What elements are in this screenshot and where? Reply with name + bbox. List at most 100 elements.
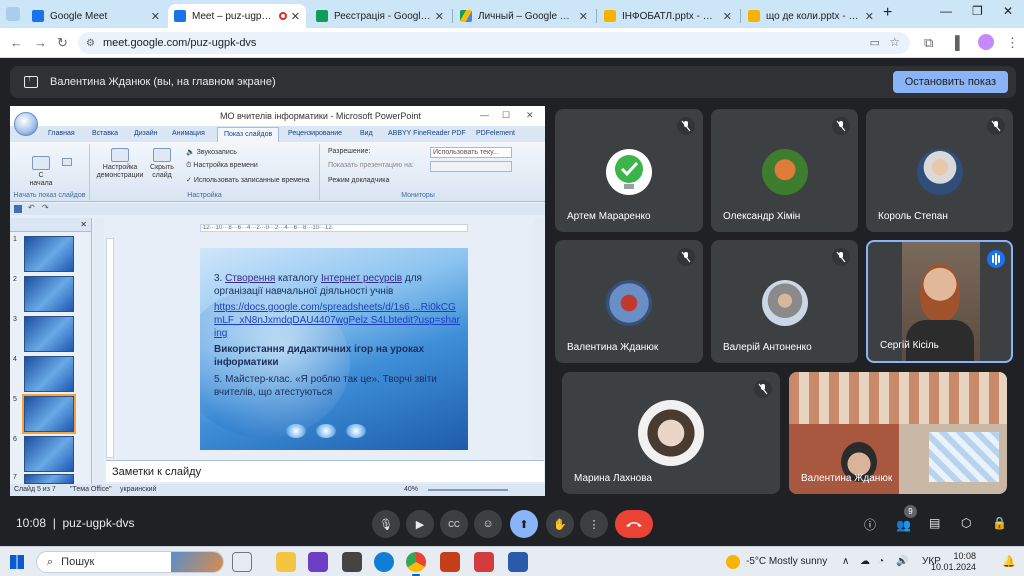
captions-button[interactable]: CC <box>440 510 468 538</box>
wifi-icon[interactable]: ◔ <box>878 556 884 567</box>
viber-icon[interactable] <box>308 552 328 572</box>
stop-presenting-button[interactable]: Остановить показ <box>892 71 1008 93</box>
new-tab-button[interactable]: + <box>883 4 892 22</box>
slides-pane-tabs: ✕ <box>10 218 91 232</box>
leave-call-button[interactable] <box>615 510 653 538</box>
ppt-window-title: МО вчителів інформатики - Microsoft Powe… <box>220 111 421 121</box>
weather-text[interactable]: -5°C Mostly sunny <box>746 556 827 567</box>
close-icon[interactable]: ✕ <box>151 10 160 23</box>
taskbar-clock[interactable]: 10:08 10.01.2024 <box>931 551 976 573</box>
tab-google-meet[interactable]: Google Meet ✕ <box>26 4 166 28</box>
edge-icon[interactable] <box>374 552 394 572</box>
ppt-tab: Рецензирование <box>288 130 343 137</box>
extensions-icon[interactable]: ⧉ <box>924 35 933 51</box>
avatar-photo <box>762 280 808 326</box>
current-slide: 3. Створення каталогу Інтернет ресурсів … <box>200 248 468 450</box>
close-window-icon[interactable]: ✕ <box>1003 4 1013 18</box>
tab-sheets[interactable]: Реєстрація - Google Табл ✕ <box>310 4 450 28</box>
menu-icon[interactable]: ⋮ <box>1006 35 1019 51</box>
site-info-icon[interactable]: ⚙ <box>86 38 95 49</box>
activities-icon[interactable]: ⬡ <box>961 516 971 530</box>
app-icon[interactable] <box>342 552 362 572</box>
participant-name: Сергій Кісіль <box>880 340 939 351</box>
minimize-icon[interactable]: — <box>940 4 952 18</box>
participant-tile[interactable]: Валерій Антоненко <box>711 240 858 363</box>
office-button-icon <box>14 112 38 136</box>
address-bar[interactable]: ⚙ meet.google.com/puz-ugpk-dvs ▭ ☆ <box>78 32 910 54</box>
more-options-button[interactable]: ⋮ <box>580 510 608 538</box>
hand-icon: ✋ <box>553 518 567 531</box>
tab-drive[interactable]: Личный – Google Диск ✕ <box>454 4 594 28</box>
slide-item-3: 3. Створення каталогу Інтернет ресурсів … <box>214 273 422 297</box>
avatar-checkmark-icon <box>606 149 652 195</box>
tab-slides-shcho[interactable]: що де коли.pptx - Google ✕ <box>742 4 880 28</box>
decor-bubble <box>316 424 336 438</box>
volume-icon[interactable]: 🔊 <box>896 556 908 567</box>
task-view-icon[interactable] <box>232 552 252 572</box>
tab-search-icon[interactable] <box>6 7 20 21</box>
powerpoint-icon[interactable] <box>440 552 460 572</box>
participant-tile[interactable]: Марина Лахнова <box>562 372 780 494</box>
star-icon[interactable]: ☆ <box>889 35 900 49</box>
slide-number: 4 <box>13 356 17 363</box>
slide-item-5: 5. Майстер-клас. «Я роблю так це». Творч… <box>214 374 437 398</box>
raise-hand-button[interactable]: ✋ <box>546 510 574 538</box>
participant-tile[interactable]: Олександр Хімін <box>711 109 858 232</box>
windows-start-icon[interactable] <box>10 555 24 569</box>
tray-icon[interactable]: ☁ <box>860 556 870 567</box>
close-icon[interactable]: ✕ <box>723 10 732 23</box>
back-icon[interactable]: ← <box>10 35 23 50</box>
participant-tile[interactable]: Артем Мараренко <box>555 109 703 232</box>
tray-chevron-icon[interactable]: ∧ <box>842 556 849 567</box>
emoji-button[interactable]: ☺ <box>474 510 502 538</box>
ppt-tab: Вид <box>360 130 373 137</box>
people-icon[interactable]: 👥 <box>896 518 911 532</box>
participant-tile[interactable]: Король Степан <box>866 109 1013 232</box>
drive-icon <box>460 10 472 22</box>
file-explorer-icon[interactable] <box>276 552 296 572</box>
microphone-button[interactable]: 🎙 <box>372 510 400 538</box>
chrome-icon[interactable] <box>406 552 426 576</box>
slide-number: 2 <box>13 276 17 283</box>
participant-tile-speaking[interactable]: Сергій Кісіль <box>866 240 1013 363</box>
presenter-view-option: Режим докладчика <box>328 177 390 184</box>
reload-icon[interactable]: ↻ <box>57 35 68 51</box>
forward-icon[interactable]: → <box>34 35 47 50</box>
close-icon[interactable]: ✕ <box>579 10 588 23</box>
weather-icon <box>726 555 740 569</box>
close-icon[interactable]: ✕ <box>865 10 874 23</box>
speaking-indicator-icon <box>987 250 1005 268</box>
profile-avatar[interactable] <box>978 34 994 50</box>
zoom-level: 40% <box>404 486 419 493</box>
ppt-tab: PDFelement <box>476 130 515 137</box>
present-button[interactable]: ⬆ <box>510 510 538 538</box>
slides-thumbnail-pane: ✕ 1 2 3 4 5 6 7 <box>10 218 92 484</box>
info-icon[interactable]: ⓘ <box>864 516 876 533</box>
camera-icon[interactable]: ▭ <box>870 36 880 49</box>
side-panel-icon[interactable]: ▌ <box>955 35 964 50</box>
windows-taskbar: ⌕ Пошук -5°C Mostly sunny ∧ ☁ ◔ 🔊 УКР 10… <box>0 546 1024 576</box>
close-icon[interactable]: ✕ <box>435 10 444 23</box>
participant-tile-self[interactable]: Валентина Жданюк <box>789 372 1007 494</box>
notifications-icon[interactable]: 🔔 <box>1002 555 1016 568</box>
maximize-icon[interactable]: ❐ <box>972 4 983 18</box>
chat-icon[interactable]: ▤ <box>929 516 940 530</box>
ribbon-group-monitors: Разрешение: Использовать теку... Показат… <box>320 144 516 200</box>
camera-button[interactable]: ▶ <box>406 510 434 538</box>
decor-bubble <box>286 424 306 438</box>
participant-tile[interactable]: Валентина Жданюк <box>555 240 703 363</box>
slide-thumbnail <box>24 276 74 312</box>
word-icon[interactable] <box>508 552 528 572</box>
host-controls-icon[interactable]: 🔒 <box>992 516 1007 530</box>
tab-slides-infobatl[interactable]: ІНФОБАТЛ.pptx - Google ✕ <box>598 4 738 28</box>
slide-counter: Слайд 5 из 7 <box>14 486 56 493</box>
tab-meet-active[interactable]: Meet – puz-ugpk-dvs ✕ <box>168 4 306 28</box>
ppt-tab: Главная <box>48 130 75 137</box>
slide-thumbnail <box>24 316 74 352</box>
ppt-maximize-icon: ☐ <box>502 110 511 120</box>
mic-icon: 🎙 <box>379 518 393 531</box>
app-icon[interactable] <box>474 552 494 572</box>
close-icon[interactable]: ✕ <box>291 10 300 23</box>
taskbar-search[interactable]: ⌕ Пошук <box>36 551 224 573</box>
mic-off-icon <box>754 380 772 398</box>
